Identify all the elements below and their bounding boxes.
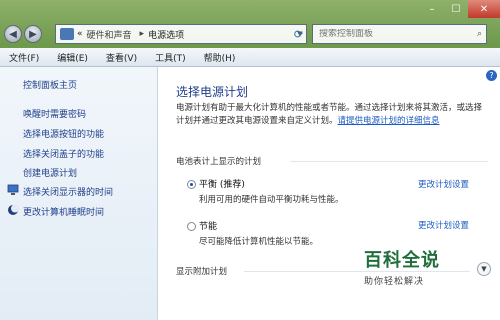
menu-tools[interactable]: 工具(T) xyxy=(146,51,195,64)
sidebar-item-power-button[interactable]: 选择电源按钮的功能 xyxy=(23,127,104,140)
search-box[interactable]: ⌕ xyxy=(312,24,487,44)
plan-power-saver-settings-link[interactable]: 更改计划设置 xyxy=(418,219,469,231)
sidebar-item-create-plan[interactable]: 创建电源计划 xyxy=(23,166,77,179)
control-panel-window: – ☐ ✕ ◀ ▶ « 硬件和声音 ▸ 电源选项 ▼ ⟳ ⌕ 文件(F) 编辑(… xyxy=(0,0,500,320)
sidebar-item-lid-close[interactable]: 选择关闭盖子的功能 xyxy=(23,147,104,160)
plan-balanced-name[interactable]: 平衡 (推荐) xyxy=(199,177,245,190)
back-arrow-icon: ◀ xyxy=(9,28,17,40)
additional-plans-heading[interactable]: 显示附加计划 xyxy=(176,265,227,277)
menu-view[interactable]: 查看(V) xyxy=(97,51,146,64)
watermark-subtitle: 助你轻松解决 xyxy=(364,277,425,287)
forward-button[interactable]: ▶ xyxy=(24,25,42,43)
menu-bar: 文件(F) 编辑(E) 查看(V) 工具(T) 帮助(H) xyxy=(0,48,500,67)
menu-help[interactable]: 帮助(H) xyxy=(195,51,245,64)
sidebar-item-wake-password[interactable]: 唤醒时需要密码 xyxy=(23,107,86,120)
breadcrumb-arrow[interactable]: ▸ xyxy=(140,29,145,39)
address-bar[interactable]: « 硬件和声音 ▸ 电源选项 ▼ xyxy=(55,24,307,44)
plan-balanced-radio[interactable] xyxy=(187,180,196,189)
learn-more-link[interactable]: 请提供电源计划的详细信息 xyxy=(338,116,440,126)
plan-power-saver-radio[interactable] xyxy=(187,222,196,231)
plan-balanced-desc: 利用可用的硬件自动平衡功耗与性能。 xyxy=(199,195,344,205)
help-icon[interactable]: ? xyxy=(486,70,497,81)
menu-file[interactable]: 文件(F) xyxy=(0,51,48,64)
maximize-button[interactable]: ☐ xyxy=(444,0,468,18)
address-overflow-chevron[interactable]: « xyxy=(77,29,83,39)
plan-power-saver-desc: 尽可能降低计算机性能以节能。 xyxy=(199,237,319,247)
breadcrumb-part2[interactable]: 电源选项 xyxy=(148,28,184,41)
battery-plans-heading: 电池表计上显示的计划 xyxy=(176,157,262,167)
page-title: 选择电源计划 xyxy=(176,85,249,99)
search-input[interactable] xyxy=(319,29,459,39)
breadcrumb-part1[interactable]: 硬件和声音 xyxy=(87,28,132,41)
plan-power-saver-name[interactable]: 节能 xyxy=(199,219,217,232)
moon-icon xyxy=(8,204,19,215)
section-divider xyxy=(290,161,488,162)
refresh-icon[interactable]: ⟳ xyxy=(290,24,307,44)
back-button[interactable]: ◀ xyxy=(4,25,22,43)
menu-edit[interactable]: 编辑(E) xyxy=(48,51,97,64)
sidebar-item-display-off[interactable]: 选择关闭显示器的时间 xyxy=(23,185,113,198)
sidebar-item-sleep-time[interactable]: 更改计算机睡眠时间 xyxy=(23,205,104,218)
watermark-title: 百科全说 xyxy=(364,250,440,271)
sidebar-home-link[interactable]: 控制面板主页 xyxy=(23,78,77,91)
control-panel-icon xyxy=(60,28,74,40)
search-icon[interactable]: ⌕ xyxy=(477,29,482,39)
watermark: 百科全说 助你轻松解决 xyxy=(364,246,472,292)
expand-chevron-icon[interactable]: ▼ xyxy=(477,262,491,276)
page-description: 电源计划有助于最大化计算机的性能或者节能。通过选择计划来将其激活，或选择计划并通… xyxy=(176,102,488,128)
plan-balanced-settings-link[interactable]: 更改计划设置 xyxy=(418,178,469,190)
close-button[interactable]: ✕ xyxy=(468,0,500,18)
monitor-icon xyxy=(7,184,19,195)
title-bar: – ☐ ✕ ◀ ▶ « 硬件和声音 ▸ 电源选项 ▼ ⟳ ⌕ xyxy=(0,0,500,48)
forward-arrow-icon: ▶ xyxy=(29,28,37,40)
minimize-button[interactable]: – xyxy=(420,0,444,18)
